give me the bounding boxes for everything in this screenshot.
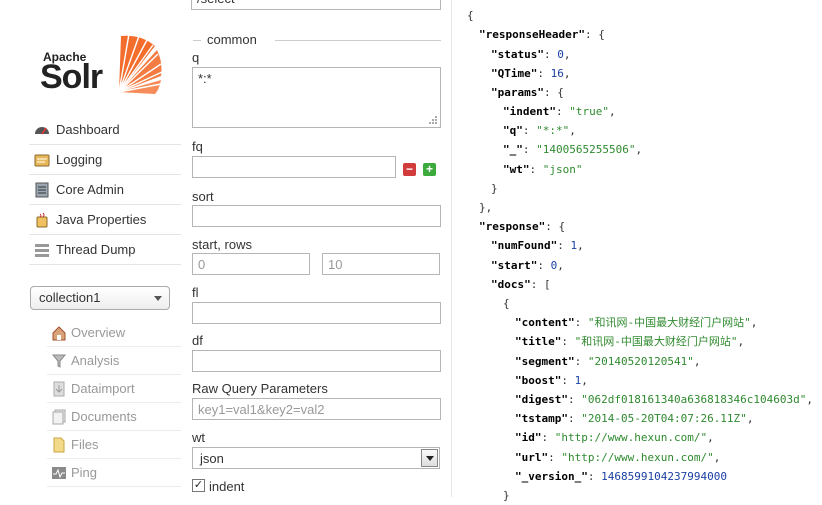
core-menu-dataimport[interactable]: Dataimport (47, 375, 181, 403)
json-line: "_version_": 1468599104237994000 (515, 470, 727, 483)
chevron-down-icon (154, 296, 162, 301)
wt-select-value: json (200, 451, 224, 466)
json-line: "indent": "true", (503, 105, 616, 118)
fl-label: fl (192, 285, 199, 300)
nav-label: Dashboard (56, 122, 120, 137)
dataimport-icon (51, 381, 67, 397)
json-line: "digest": "062df018161340a636818346c1046… (515, 393, 814, 406)
sidebar: Apache Solr Dashboard Logging Core Admin… (0, 0, 181, 497)
json-line: "boost": 1, (515, 374, 588, 387)
json-line: "id": "http://www.hexun.com/", (515, 431, 714, 444)
dashboard-icon (34, 122, 50, 138)
logging-icon (34, 152, 50, 168)
thread-dump-icon (34, 242, 50, 258)
resize-grip-icon[interactable] (427, 114, 438, 125)
core-menu-documents[interactable]: Documents (47, 403, 181, 431)
json-line: "segment": "20140520120541", (515, 355, 701, 368)
indent-label: indent (209, 479, 245, 494)
core-menu-ping[interactable]: Ping (47, 459, 181, 487)
nav-java-properties[interactable]: Java Properties (29, 205, 181, 235)
solr-logo[interactable]: Apache Solr (40, 32, 164, 98)
nav-dashboard[interactable]: Dashboard (29, 115, 181, 145)
common-label: common (207, 32, 257, 47)
analysis-icon (51, 353, 67, 369)
nav-label: Thread Dump (56, 242, 136, 257)
json-line: "response": { (479, 220, 566, 233)
request-handler-input[interactable]: /select (191, 0, 441, 10)
rows-input[interactable]: 10 (322, 253, 440, 275)
java-properties-icon (34, 212, 50, 228)
json-line: "url": "http://www.hexun.com/", (515, 451, 721, 464)
json-line: "responseHeader": { (479, 28, 605, 41)
raw-params-input[interactable]: key1=val1&key2=val2 (192, 398, 441, 420)
overview-icon (51, 325, 67, 341)
json-line: "content": "和讯网-中国最大财经门户网站", (515, 316, 758, 329)
q-textarea[interactable]: *:* (192, 67, 441, 128)
response-pane: { "responseHeader": { "status": 0, "QTim… (451, 0, 822, 502)
files-icon (51, 437, 67, 453)
json-line: "q": "*:*", (503, 124, 576, 137)
dropdown-button[interactable] (421, 449, 438, 467)
chevron-down-icon (426, 456, 434, 461)
core-menu-label: Files (71, 437, 99, 452)
query-form: /select common q *:* fq − + sort start, … (181, 0, 451, 497)
nav-thread-dump[interactable]: Thread Dump (29, 235, 181, 265)
remove-fq-button[interactable]: − (403, 163, 416, 176)
sort-label: sort (192, 189, 214, 204)
json-line: "start": 0, (491, 259, 564, 272)
nav-label: Java Properties (56, 212, 147, 227)
json-line: { (503, 297, 510, 310)
json-line: } (491, 182, 498, 195)
core-menu-label: Dataimport (71, 381, 135, 396)
add-fq-button[interactable]: + (423, 163, 436, 176)
indent-checkbox[interactable]: ✓ (192, 479, 205, 492)
json-line: "wt": "json" (503, 163, 583, 176)
sort-input[interactable] (192, 205, 441, 227)
json-line: "params": { (491, 86, 564, 99)
json-line: "QTime": 16, (491, 67, 571, 80)
sun-logo-icon (118, 33, 163, 94)
fq-input[interactable] (192, 156, 396, 178)
core-selector[interactable]: collection1 (30, 286, 170, 310)
raw-params-label: Raw Query Parameters (192, 381, 328, 396)
core-menu-analysis[interactable]: Analysis (47, 347, 181, 375)
json-line: }, (479, 201, 493, 214)
core-admin-icon (34, 182, 50, 198)
wt-label: wt (192, 430, 205, 445)
fq-label: fq (192, 139, 203, 154)
ping-icon (51, 465, 67, 481)
nav-label: Core Admin (56, 182, 124, 197)
core-selector-value: collection1 (39, 290, 101, 305)
nav-core-admin[interactable]: Core Admin (29, 175, 181, 205)
logo-solr-text: Solr (40, 58, 103, 96)
json-line: "status": 0, (491, 48, 571, 61)
core-menu-label: Ping (71, 465, 98, 480)
json-line: } (503, 489, 510, 502)
json-line: "docs": [ (491, 278, 551, 291)
nav-label: Logging (56, 152, 103, 167)
json-line: "_": "1400565255506", (503, 143, 643, 156)
json-line: "title": "和讯网-中国最大财经门户网站", (515, 335, 745, 348)
wt-select[interactable]: json (192, 447, 440, 469)
json-line: "numFound": 1, (491, 239, 584, 252)
start-input[interactable]: 0 (192, 253, 310, 275)
core-menu-label: Analysis (71, 353, 120, 368)
core-menu-overview[interactable]: Overview (47, 319, 181, 347)
core-menu-label: Documents (71, 409, 137, 424)
documents-icon (51, 409, 67, 425)
json-line: "tstamp": "2014-05-20T04:07:26.11Z", (515, 412, 754, 425)
nav-logging[interactable]: Logging (29, 145, 181, 175)
core-menu-files[interactable]: Files (47, 431, 181, 459)
fl-input[interactable] (192, 302, 441, 324)
df-label: df (192, 333, 203, 348)
q-label: q (192, 50, 200, 65)
df-input[interactable] (192, 350, 441, 372)
core-menu-label: Overview (71, 325, 126, 340)
json-line: { (467, 9, 474, 22)
common-section-divider: common (193, 32, 441, 47)
start-rows-label: start, rows (192, 237, 252, 252)
